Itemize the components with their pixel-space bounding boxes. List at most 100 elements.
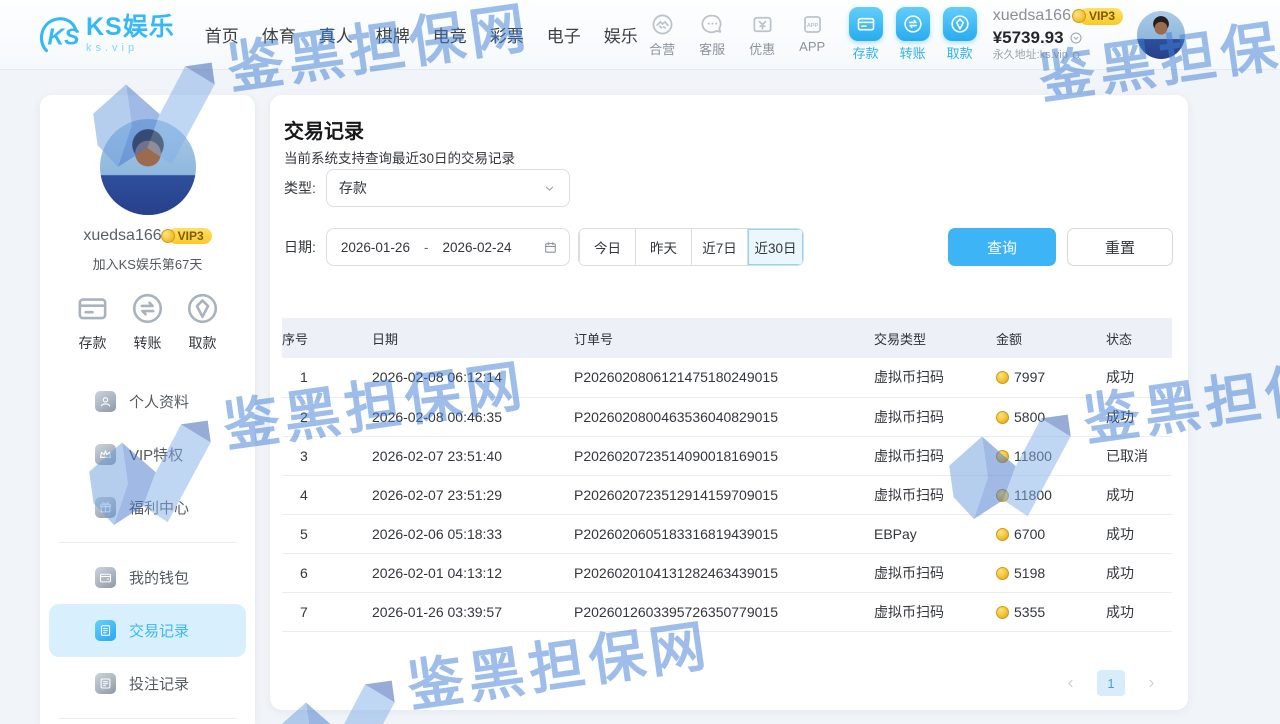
cell-order-number: P2026020806121475180249015 (574, 358, 874, 397)
chevron-down-icon (542, 181, 557, 196)
nav-menu-item[interactable]: 真人 (319, 22, 353, 47)
sidebar-item[interactable]: 投注记录 (40, 657, 255, 710)
column-header: 金额 (996, 318, 1106, 358)
sidebar-item[interactable]: 我的钱包 (40, 551, 255, 604)
nav-action[interactable]: 转账 (896, 7, 930, 62)
sidebar-item-label: 福利中心 (129, 497, 189, 518)
quick-date-button[interactable]: 近30日 (747, 229, 803, 265)
table-row[interactable]: 1 2026-02-08 06:12:14 P20260208061214751… (282, 358, 1172, 397)
cell-date: 2026-01-26 03:39:57 (372, 592, 574, 631)
nav-action[interactable]: 优惠 (743, 12, 782, 58)
sidebar-quick-action[interactable]: 转账 (129, 290, 166, 353)
sidebar-item[interactable]: 交易记录 (49, 604, 246, 657)
page-subtitle: 当前系统支持查询最近30日的交易记录 (284, 147, 515, 167)
table-row[interactable]: 5 2026-02-06 05:18:33 P20260206051833168… (282, 514, 1172, 553)
nav-action-label: 优惠 (749, 39, 775, 58)
table-row[interactable]: 4 2026-02-07 23:51:29 P20260207235129141… (282, 475, 1172, 514)
sidebar-quick-action[interactable]: 存款 (74, 290, 111, 353)
sidebar-item[interactable]: 个人资料 (40, 375, 255, 428)
chat-icon (700, 12, 725, 37)
table-row[interactable]: 6 2026-02-01 04:13:12 P20260201041312824… (282, 553, 1172, 592)
cell-transaction-type: 虚拟币扫码 (874, 475, 996, 514)
site-logo[interactable]: KS KS娱乐 ks.vip (35, 12, 175, 58)
sidebar-item-label: 我的钱包 (129, 567, 189, 588)
nav-menu-item[interactable]: 首页 (205, 22, 239, 47)
coupon-icon (750, 12, 775, 37)
column-header: 订单号 (574, 318, 874, 358)
nav-menu-item[interactable]: 体育 (262, 22, 296, 47)
quick-date-button[interactable]: 今日 (579, 229, 635, 265)
vip-coin-icon (1072, 9, 1086, 23)
refresh-balance-icon[interactable] (1069, 31, 1083, 45)
transfer-icon (129, 290, 166, 327)
nav-menu-item[interactable]: 电子 (547, 22, 581, 47)
cell-index: 7 (282, 592, 372, 631)
cell-order-number: P2026020605183316819439015 (574, 514, 874, 553)
page-title: 交易记录 (284, 115, 364, 144)
nav-action[interactable]: 合营 (643, 12, 682, 58)
nav-action[interactable]: 存款 (849, 7, 883, 62)
coin-icon (996, 411, 1009, 424)
cell-order-number: P2026020723514090018169015 (574, 436, 874, 475)
cell-status: 成功 (1106, 514, 1172, 553)
cell-transaction-type: 虚拟币扫码 (874, 553, 996, 592)
deposit-icon (849, 7, 883, 41)
date-range-input[interactable]: 2026-01-26 - 2026-02-24 (326, 228, 570, 266)
nav-right: 合营 客服 优惠 APP APP (643, 6, 1185, 63)
nav-action[interactable]: 客服 (693, 12, 732, 58)
nav-menu-item[interactable]: 娱乐 (604, 22, 638, 47)
column-header: 交易类型 (874, 318, 996, 358)
cell-index: 5 (282, 514, 372, 553)
reset-button[interactable]: 重置 (1067, 228, 1173, 266)
date-start: 2026-01-26 (341, 240, 410, 255)
nav-menu-item[interactable]: 棋牌 (376, 22, 410, 47)
column-header: 状态 (1106, 318, 1172, 358)
cell-amount: 6700 (996, 514, 1106, 553)
vip-icon (95, 444, 116, 465)
quick-action-label: 取款 (189, 333, 217, 353)
sidebar-divider (58, 542, 237, 543)
sidebar-item[interactable]: 福利中心 (40, 481, 255, 534)
previous-page-button[interactable] (1064, 677, 1077, 690)
page-number[interactable]: 1 (1097, 670, 1125, 696)
search-button[interactable]: 查询 (948, 228, 1056, 266)
avatar[interactable] (100, 119, 196, 215)
sidebar-quick-action[interactable]: 取款 (184, 290, 221, 353)
next-page-button[interactable] (1145, 677, 1158, 690)
cell-index: 4 (282, 475, 372, 514)
vip-badge: VIP3 (168, 228, 212, 244)
quick-date-button[interactable]: 近7日 (691, 229, 747, 265)
svg-text:APP: APP (806, 22, 818, 28)
nav-menu-item[interactable]: 电竞 (433, 22, 467, 47)
quick-action-label: 存款 (79, 333, 107, 353)
nav-action[interactable]: APP APP (793, 12, 832, 58)
cell-status: 成功 (1106, 553, 1172, 592)
cell-status: 成功 (1106, 358, 1172, 397)
table-header-row: 序号日期订单号交易类型金额状态 (282, 318, 1172, 358)
table-row[interactable]: 2 2026-02-08 00:46:35 P20260208004635360… (282, 397, 1172, 436)
cell-transaction-type: 虚拟币扫码 (874, 592, 996, 631)
coin-icon (996, 489, 1009, 502)
date-separator: - (424, 240, 429, 255)
vip-badge: VIP3 (1079, 8, 1123, 25)
nav-menu-item[interactable]: 彩票 (490, 22, 524, 47)
nav-gray-actions: 合营 客服 优惠 APP APP (643, 12, 832, 58)
quick-date-button[interactable]: 昨天 (635, 229, 691, 265)
betting-icon (95, 673, 116, 694)
cell-date: 2026-02-06 05:18:33 (372, 514, 574, 553)
site-name: KS娱乐 (86, 15, 175, 40)
cell-order-number: P2026012603395726350779015 (574, 592, 874, 631)
coin-icon (996, 567, 1009, 580)
withdraw-icon (184, 290, 221, 327)
transactions-table: 序号日期订单号交易类型金额状态 1 2026-02-08 06:12:14 P2… (282, 318, 1172, 632)
cell-date: 2026-02-08 00:46:35 (372, 397, 574, 436)
magnifier-icon[interactable] (1071, 50, 1083, 62)
table-row[interactable]: 3 2026-02-07 23:51:40 P20260207235140900… (282, 436, 1172, 475)
type-select[interactable]: 存款 (326, 169, 570, 207)
avatar[interactable] (1137, 11, 1185, 59)
nav-action[interactable]: 取款 (943, 7, 977, 62)
sidebar-item[interactable]: VIP特权 (40, 428, 255, 481)
table-row[interactable]: 7 2026-01-26 03:39:57 P20260126033957263… (282, 592, 1172, 631)
cell-status: 成功 (1106, 397, 1172, 436)
cell-date: 2026-02-07 23:51:40 (372, 436, 574, 475)
